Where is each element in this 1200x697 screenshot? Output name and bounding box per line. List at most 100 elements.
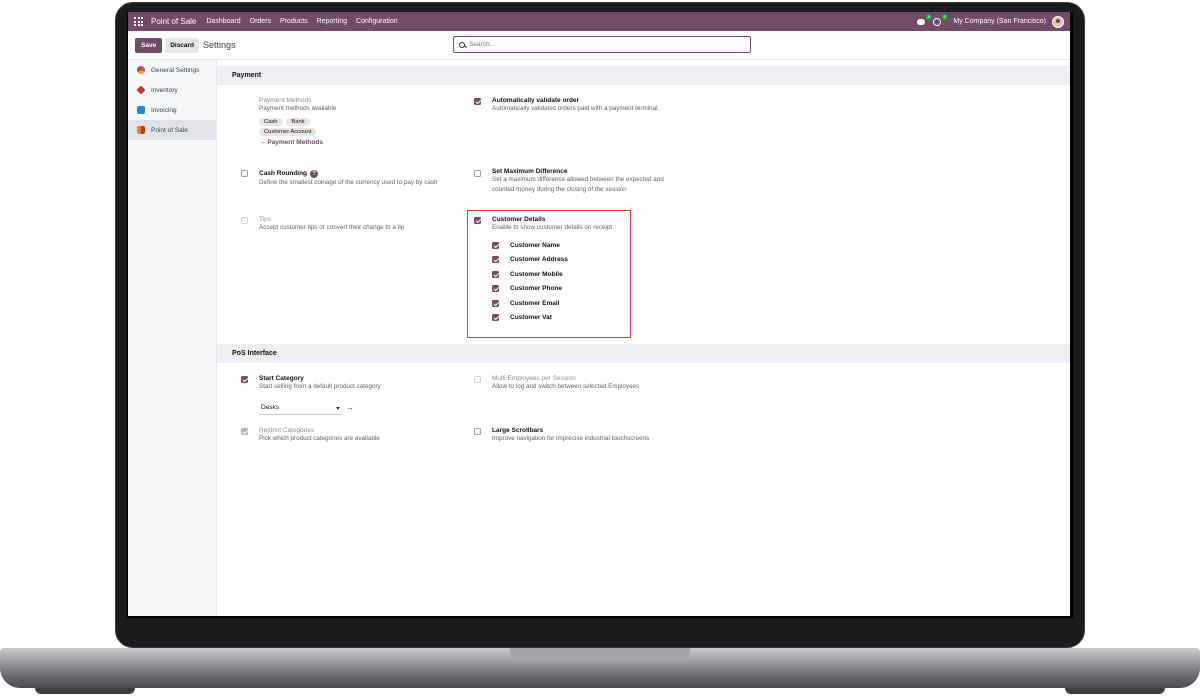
customer-email-checkbox[interactable] bbox=[492, 300, 499, 307]
messages-badge: 5 bbox=[926, 13, 932, 20]
payment-methods-title: Payment Methods bbox=[259, 97, 312, 104]
large-scrollbars-checkbox[interactable] bbox=[474, 428, 481, 435]
laptop-notch bbox=[510, 648, 690, 660]
start-category-setting: Start Category Start selling from a defa… bbox=[259, 375, 459, 392]
point-of-sale-icon bbox=[137, 126, 145, 134]
payment-methods-link[interactable]: → Payment Methods bbox=[259, 139, 459, 146]
max-difference-checkbox[interactable] bbox=[474, 170, 481, 177]
customer-email-label: Customer Email bbox=[510, 300, 560, 307]
large-scrollbars-setting: Large Scrollbars Improve navigation for … bbox=[492, 427, 752, 444]
save-button[interactable]: Save bbox=[135, 37, 163, 53]
start-category-title: Start Category bbox=[259, 375, 304, 382]
user-avatar[interactable] bbox=[1052, 15, 1064, 28]
restrict-categories-setting: Restrict Categories Pick which product c… bbox=[259, 427, 459, 444]
customer-name-label: Customer Name bbox=[510, 242, 560, 249]
messages-button[interactable]: 5 bbox=[917, 13, 932, 27]
customer-details-title: Customer Details bbox=[492, 216, 546, 223]
tips-title: Tips bbox=[259, 216, 272, 223]
cash-rounding-title: Cash Rounding bbox=[259, 170, 308, 177]
max-difference-desc-line2: counted money during the closing of the … bbox=[492, 186, 627, 193]
sidebar-item-point-of-sale[interactable]: Point of Sale bbox=[128, 120, 216, 140]
max-difference-desc-line1: Set a maximum difference allowed between… bbox=[492, 176, 664, 183]
large-scrollbars-desc: Improve navigation for imprecise industr… bbox=[492, 435, 650, 442]
customer-address-label: Customer Address bbox=[510, 256, 568, 263]
menu-dashboard[interactable]: Dashboard bbox=[206, 18, 240, 25]
settings-sidebar: General Settings Inventory Invoicing Poi… bbox=[128, 60, 217, 616]
sidebar-item-label: General Settings bbox=[151, 66, 200, 74]
start-category-select[interactable]: Desks bbox=[259, 404, 342, 415]
activities-button[interactable]: 2 bbox=[933, 13, 948, 27]
laptop-foot-left bbox=[35, 688, 135, 694]
cash-rounding-desc: Define the smallest coinage of the curre… bbox=[259, 179, 438, 186]
tips-setting: Tips Accept customer tips or convert the… bbox=[259, 216, 469, 233]
customer-phone-checkbox[interactable] bbox=[492, 285, 499, 292]
chevron-down-icon bbox=[336, 407, 340, 410]
section-pos-interface-header: PoS Interface bbox=[217, 344, 1070, 363]
tips-checkbox[interactable] bbox=[241, 217, 248, 224]
restrict-categories-desc: Pick which product categories are availa… bbox=[259, 435, 380, 442]
tips-desc: Accept customer tips or convert their ch… bbox=[259, 224, 405, 231]
discard-button[interactable]: Discard bbox=[165, 37, 200, 53]
auto-validate-setting: Automatically validate order Automatical… bbox=[492, 97, 792, 114]
max-difference-title: Set Maximum Difference bbox=[492, 168, 568, 175]
customer-address-checkbox[interactable] bbox=[492, 256, 499, 263]
sidebar-item-label: Invoicing bbox=[151, 106, 177, 114]
customer-details-setting: Customer Details Enable to show customer… bbox=[492, 216, 632, 233]
menu-products[interactable]: Products bbox=[280, 18, 308, 25]
search-icon bbox=[459, 41, 465, 48]
large-scrollbars-title: Large Scrollbars bbox=[492, 427, 544, 434]
payment-methods-desc: Payment methods available bbox=[259, 105, 337, 112]
customer-details-checkbox[interactable] bbox=[474, 217, 481, 224]
max-difference-setting: Set Maximum Difference Set a maximum dif… bbox=[492, 168, 712, 195]
menu-orders[interactable]: Orders bbox=[250, 18, 271, 25]
customer-vat-label: Customer Vat bbox=[510, 314, 552, 321]
search-input[interactable] bbox=[469, 41, 719, 48]
menu-reporting[interactable]: Reporting bbox=[317, 18, 347, 25]
page-title: Settings bbox=[203, 40, 236, 50]
cash-rounding-setting: Cash Rounding? Define the smallest coina… bbox=[259, 170, 469, 188]
start-category-checkbox[interactable] bbox=[241, 376, 248, 383]
invoicing-icon bbox=[137, 106, 145, 114]
customer-mobile-checkbox[interactable] bbox=[492, 271, 499, 278]
laptop-foot-right bbox=[1065, 688, 1165, 694]
tag-bank[interactable]: Bank bbox=[286, 118, 310, 126]
customer-name-checkbox[interactable] bbox=[492, 242, 499, 249]
activities-badge: 2 bbox=[942, 13, 948, 20]
main-navbar: Point of Sale Dashboard Orders Products … bbox=[128, 12, 1070, 31]
multi-employees-desc: Allow to log and switch between selected… bbox=[492, 383, 640, 390]
apps-grid-icon[interactable] bbox=[134, 17, 143, 26]
inventory-icon bbox=[136, 85, 146, 95]
auto-validate-checkbox[interactable] bbox=[474, 98, 481, 105]
customer-vat-checkbox[interactable] bbox=[492, 314, 499, 321]
auto-validate-desc: Automatically validates orders paid with… bbox=[492, 105, 660, 112]
chat-icon bbox=[917, 18, 926, 25]
multi-employees-setting: Multi Employees per Session Allow to log… bbox=[492, 375, 752, 392]
auto-validate-title: Automatically validate order bbox=[492, 97, 580, 104]
customer-mobile-label: Customer Mobile bbox=[510, 271, 563, 278]
customer-phone-label: Customer Phone bbox=[510, 285, 563, 292]
customer-details-desc: Enable to show customer details on recei… bbox=[492, 224, 613, 231]
section-payment-header: Payment bbox=[217, 66, 1070, 85]
restrict-categories-checkbox[interactable] bbox=[241, 428, 248, 435]
navbar-systray: 5 2 My Company (San Francisco) bbox=[917, 13, 1070, 28]
sidebar-item-general-settings[interactable]: General Settings bbox=[128, 60, 216, 80]
cash-rounding-checkbox[interactable] bbox=[241, 170, 248, 177]
payment-methods-link-label: Payment Methods bbox=[267, 139, 323, 146]
sidebar-item-inventory[interactable]: Inventory bbox=[128, 80, 216, 100]
arrow-right-icon[interactable]: → bbox=[346, 403, 354, 412]
sidebar-item-invoicing[interactable]: Invoicing bbox=[128, 100, 216, 120]
general-settings-icon bbox=[137, 66, 145, 74]
start-category-value: Desks bbox=[261, 404, 280, 411]
company-switcher[interactable]: My Company (San Francisco) bbox=[953, 18, 1046, 25]
tag-cash[interactable]: Cash bbox=[259, 118, 283, 126]
multi-employees-title: Multi Employees per Session bbox=[492, 375, 576, 382]
search-box[interactable] bbox=[453, 36, 751, 53]
app-name[interactable]: Point of Sale bbox=[151, 17, 196, 26]
tag-customer-account[interactable]: Customer Account bbox=[259, 128, 317, 136]
control-panel: Save Discard Settings bbox=[128, 31, 1070, 60]
sidebar-item-label: Inventory bbox=[151, 86, 178, 94]
menu-configuration[interactable]: Configuration bbox=[356, 18, 398, 25]
help-icon[interactable]: ? bbox=[310, 170, 319, 178]
multi-employees-checkbox[interactable] bbox=[474, 376, 481, 383]
payment-methods-setting: Payment Methods Payment methods availabl… bbox=[259, 97, 459, 146]
